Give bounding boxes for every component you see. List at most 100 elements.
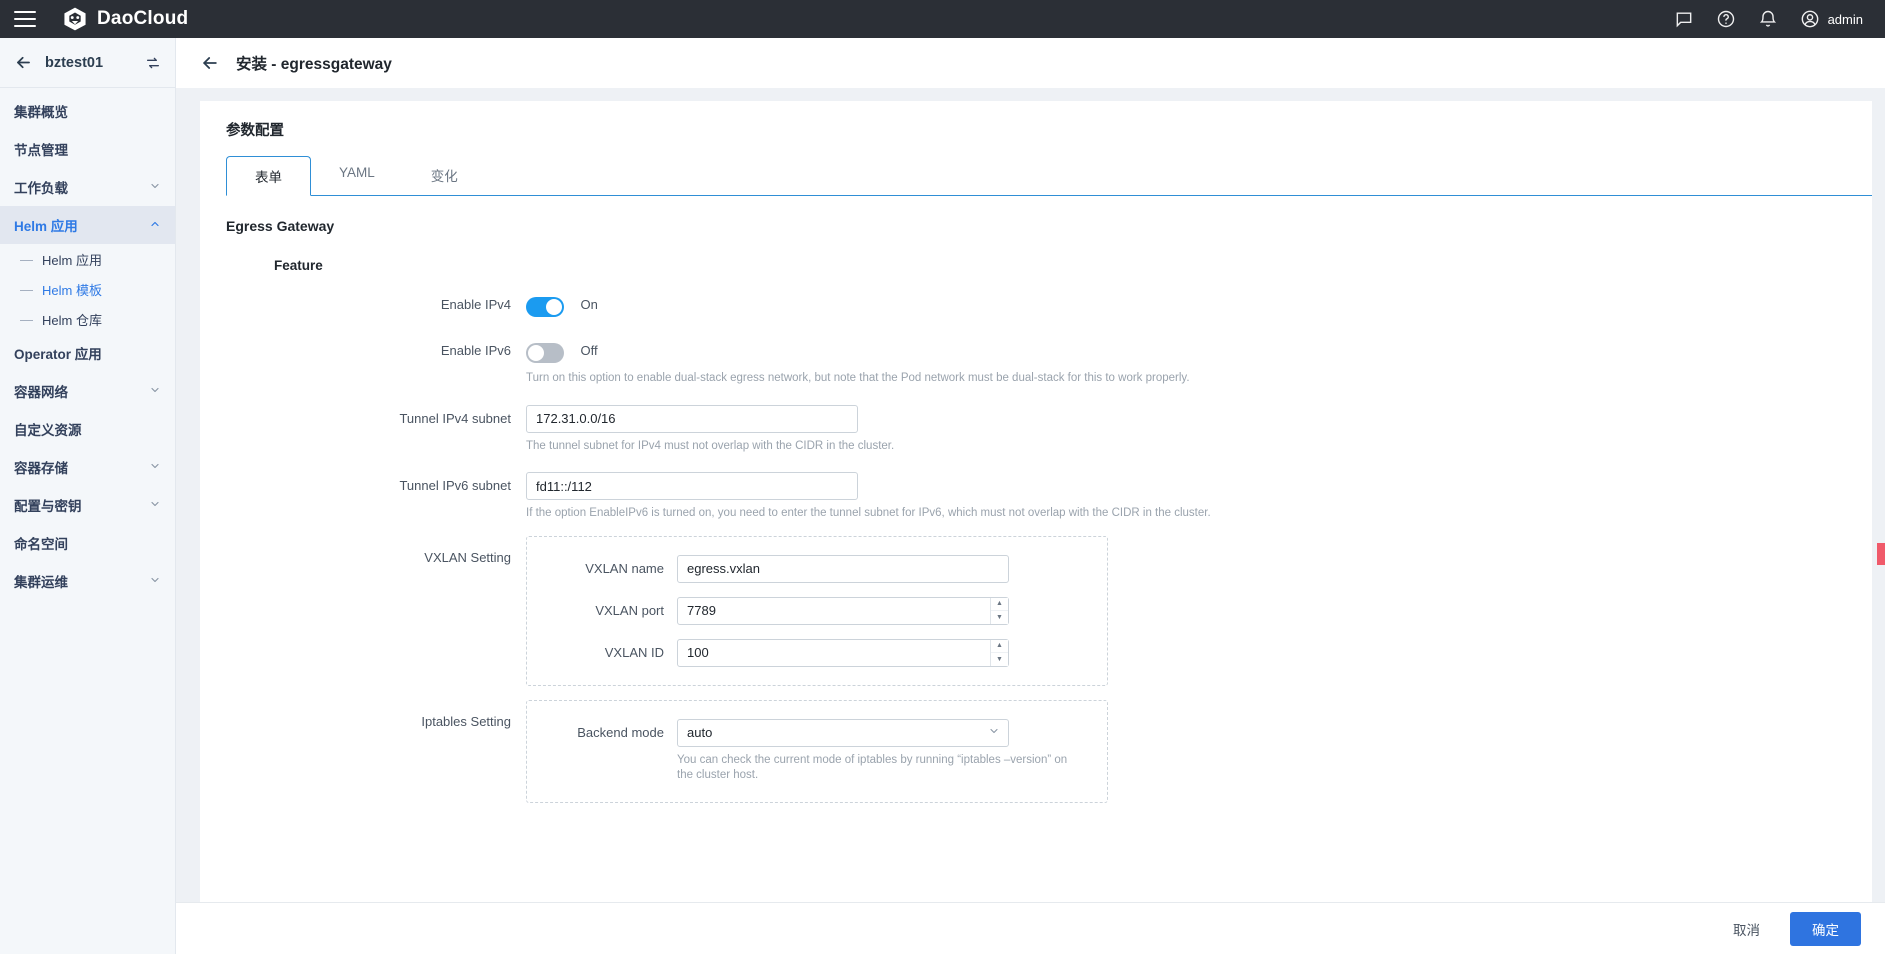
tab-label: YAML <box>339 165 375 180</box>
sidebar-item-node-management[interactable]: 节点管理 <box>0 130 175 168</box>
daocloud-logo-icon <box>64 7 86 31</box>
user-menu[interactable]: admin <box>1800 9 1863 29</box>
sidebar: bztest01 集群概览 节点管理 工作负载 Helm 应用 — Helm 应… <box>0 38 176 954</box>
sidebar-item-custom-resources[interactable]: 自定义资源 <box>0 410 175 448</box>
sidebar-item-cluster-overview[interactable]: 集群概览 <box>0 92 175 130</box>
sidebar-subitem-helm-template[interactable]: — Helm 模板 <box>0 274 175 304</box>
sidebar-item-label: 命名空间 <box>14 537 68 552</box>
tab-label: 表单 <box>255 170 282 185</box>
field-vxlan-name: VXLAN name <box>527 554 1107 583</box>
sidebar-item-container-storage[interactable]: 容器存储 <box>0 448 175 486</box>
user-name: admin <box>1827 11 1863 27</box>
main-content: 安装 - egressgateway 参数配置 表单 YAML 变化 Egres… <box>176 38 1885 954</box>
page-header: 安装 - egressgateway <box>176 38 1885 88</box>
sidebar-subitem-label: Helm 应用 <box>42 252 102 268</box>
chevron-up-icon <box>149 218 161 233</box>
field-tunnel-ipv6-subnet: Tunnel IPv6 subnet If the option EnableI… <box>226 472 1872 522</box>
chevron-down-icon <box>149 460 161 475</box>
field-label: Tunnel IPv4 subnet <box>399 410 511 426</box>
sidebar-item-label: 容器网络 <box>14 385 68 400</box>
tunnel-ipv6-helper: If the option EnableIPv6 is turned on, y… <box>526 507 1211 520</box>
tunnel-ipv6-subnet-input[interactable] <box>526 472 858 501</box>
field-label: VXLAN port <box>595 602 664 618</box>
form-group-title: Feature <box>274 258 323 273</box>
enable-ipv4-state: On <box>580 297 598 312</box>
vxlan-name-input[interactable] <box>677 554 1009 583</box>
sidebar-nav: 集群概览 节点管理 工作负载 Helm 应用 — Helm 应用 — Helm … <box>0 88 175 600</box>
parameter-config-card: 参数配置 表单 YAML 变化 Egress Gateway Feature E… <box>200 101 1872 902</box>
card-title: 参数配置 <box>226 123 284 139</box>
field-backend-mode: Backend mode auto You can check the curr… <box>527 718 1107 784</box>
field-label: Backend mode <box>577 724 664 740</box>
dash-icon: — <box>20 311 33 327</box>
confirm-button[interactable]: 确定 <box>1790 911 1861 946</box>
iptables-fieldset: Backend mode auto You can check the curr… <box>526 699 1108 803</box>
page-back-arrow-icon[interactable] <box>200 53 220 73</box>
sidebar-item-namespaces[interactable]: 命名空间 <box>0 524 175 562</box>
field-label: VXLAN ID <box>604 644 664 660</box>
backend-mode-select-wrap: auto <box>677 718 1009 747</box>
dash-icon: — <box>20 281 33 297</box>
sidebar-item-helm-apps[interactable]: Helm 应用 <box>0 206 175 244</box>
back-arrow-icon[interactable] <box>14 53 33 72</box>
field-label: VXLAN Setting <box>424 549 511 565</box>
enable-ipv4-toggle[interactable] <box>526 297 564 317</box>
sidebar-item-label: 集群运维 <box>14 575 68 590</box>
chat-icon[interactable] <box>1674 9 1694 29</box>
vxlan-id-stepper: ▲ ▼ <box>677 638 1009 667</box>
enable-ipv6-toggle[interactable] <box>526 343 564 363</box>
sidebar-item-container-network[interactable]: 容器网络 <box>0 372 175 410</box>
cancel-button[interactable]: 取消 <box>1721 913 1772 945</box>
sidebar-item-label: 配置与密钥 <box>14 499 82 514</box>
field-label: VXLAN name <box>585 560 664 576</box>
cluster-header: bztest01 <box>0 38 175 88</box>
sidebar-item-label: Operator 应用 <box>14 347 102 362</box>
avatar-icon <box>1801 10 1818 28</box>
chevron-down-icon <box>149 180 161 195</box>
tab-changes[interactable]: 变化 <box>403 156 486 195</box>
sidebar-item-config-and-secrets[interactable]: 配置与密钥 <box>0 486 175 524</box>
spinner-down-icon[interactable]: ▼ <box>991 653 1008 666</box>
tunnel-ipv4-subnet-input[interactable] <box>526 404 858 433</box>
sidebar-subitem-helm-repo[interactable]: — Helm 仓库 <box>0 304 175 334</box>
sidebar-item-cluster-ops[interactable]: 集群运维 <box>0 562 175 600</box>
backend-mode-value: auto <box>687 725 713 741</box>
sidebar-item-workloads[interactable]: 工作负载 <box>0 168 175 206</box>
brand-name: DaoCloud <box>97 8 189 29</box>
switch-cluster-icon[interactable] <box>145 55 161 71</box>
form-body: Egress Gateway Feature Enable IPv4 On En… <box>200 196 1872 803</box>
dash-icon: — <box>20 251 33 267</box>
spinner-up-icon[interactable]: ▲ <box>991 640 1008 654</box>
field-tunnel-ipv4-subnet: Tunnel IPv4 subnet The tunnel subnet for… <box>226 404 1872 455</box>
tab-yaml[interactable]: YAML <box>311 156 403 195</box>
field-label: Iptables Setting <box>421 713 511 729</box>
help-icon[interactable] <box>1716 9 1736 29</box>
sidebar-subitem-label: Helm 模板 <box>42 282 102 298</box>
bell-icon[interactable] <box>1758 9 1778 29</box>
sidebar-subitem-label: Helm 仓库 <box>42 312 102 328</box>
top-bar: DaoCloud admin <box>0 0 1885 38</box>
vxlan-fieldset: VXLAN name VXLAN port ▲ <box>526 535 1108 686</box>
sidebar-subitem-helm-app[interactable]: — Helm 应用 <box>0 244 175 274</box>
chevron-down-icon <box>149 384 161 399</box>
hamburger-icon[interactable] <box>14 11 36 27</box>
enable-ipv6-helper: Turn on this option to enable dual-stack… <box>526 372 1190 384</box>
vxlan-id-input[interactable] <box>677 638 1009 667</box>
brand-logo-group[interactable]: DaoCloud <box>62 6 188 32</box>
field-vxlan-port: VXLAN port ▲ ▼ <box>527 596 1107 625</box>
field-label: Enable IPv6 <box>440 343 511 358</box>
spinner-down-icon[interactable]: ▼ <box>991 611 1008 624</box>
sidebar-item-operator-apps[interactable]: Operator 应用 <box>0 334 175 372</box>
sidebar-item-label: 工作负载 <box>14 181 68 196</box>
field-iptables-setting: Iptables Setting Backend mode auto You c… <box>226 699 1872 803</box>
vxlan-port-input[interactable] <box>677 596 1009 625</box>
tab-bar: 表单 YAML 变化 <box>226 156 1872 196</box>
tab-form[interactable]: 表单 <box>226 156 311 196</box>
spinner-up-icon[interactable]: ▲ <box>991 598 1008 612</box>
page-title: 安装 - egressgateway <box>236 56 392 73</box>
backend-mode-helper: You can check the current mode of iptabl… <box>677 753 1068 782</box>
backend-mode-select[interactable]: auto <box>677 718 1009 747</box>
vxlan-port-stepper: ▲ ▼ <box>677 596 1009 625</box>
field-enable-ipv6: Enable IPv6 Off Turn on this option to e… <box>226 337 1872 387</box>
field-label: Tunnel IPv6 subnet <box>399 478 511 494</box>
